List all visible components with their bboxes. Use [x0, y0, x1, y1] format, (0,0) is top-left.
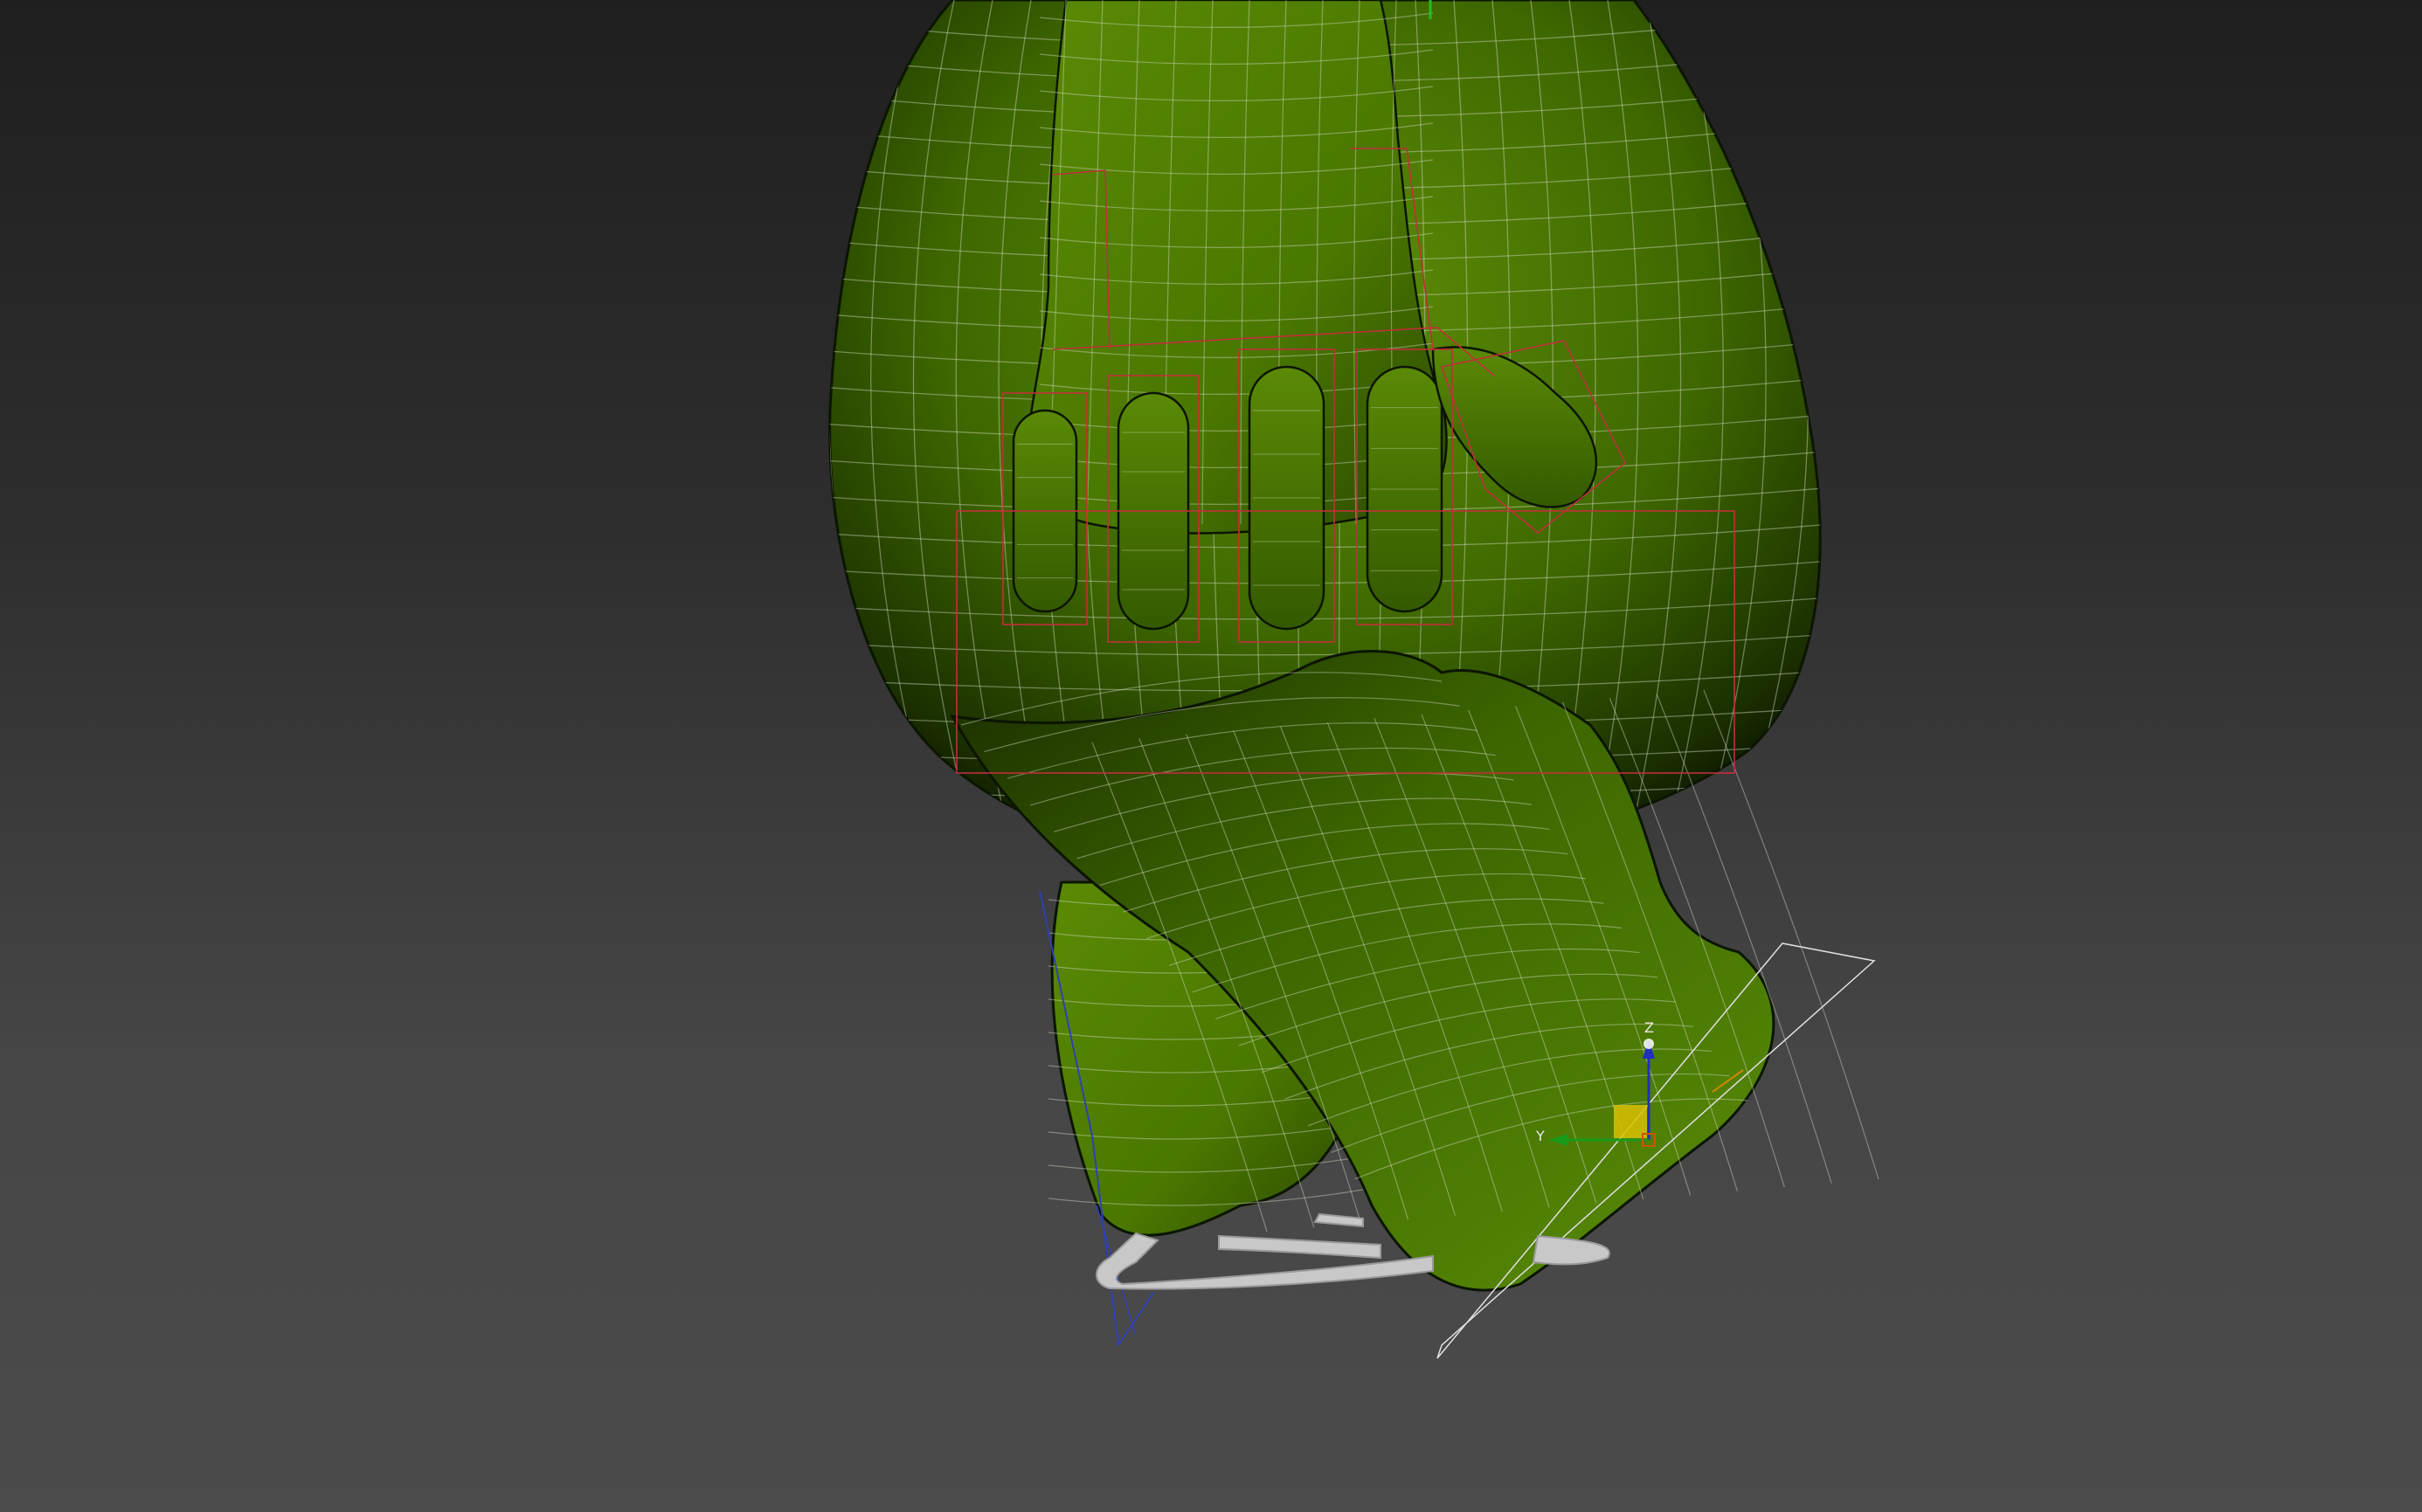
- 3d-viewport[interactable]: Z Y: [0, 0, 2422, 1512]
- gizmo-y-label: Y: [1535, 1128, 1545, 1144]
- viewport-scene[interactable]: Z Y: [0, 0, 2422, 1512]
- gizmo-z-label: Z: [1644, 1019, 1654, 1036]
